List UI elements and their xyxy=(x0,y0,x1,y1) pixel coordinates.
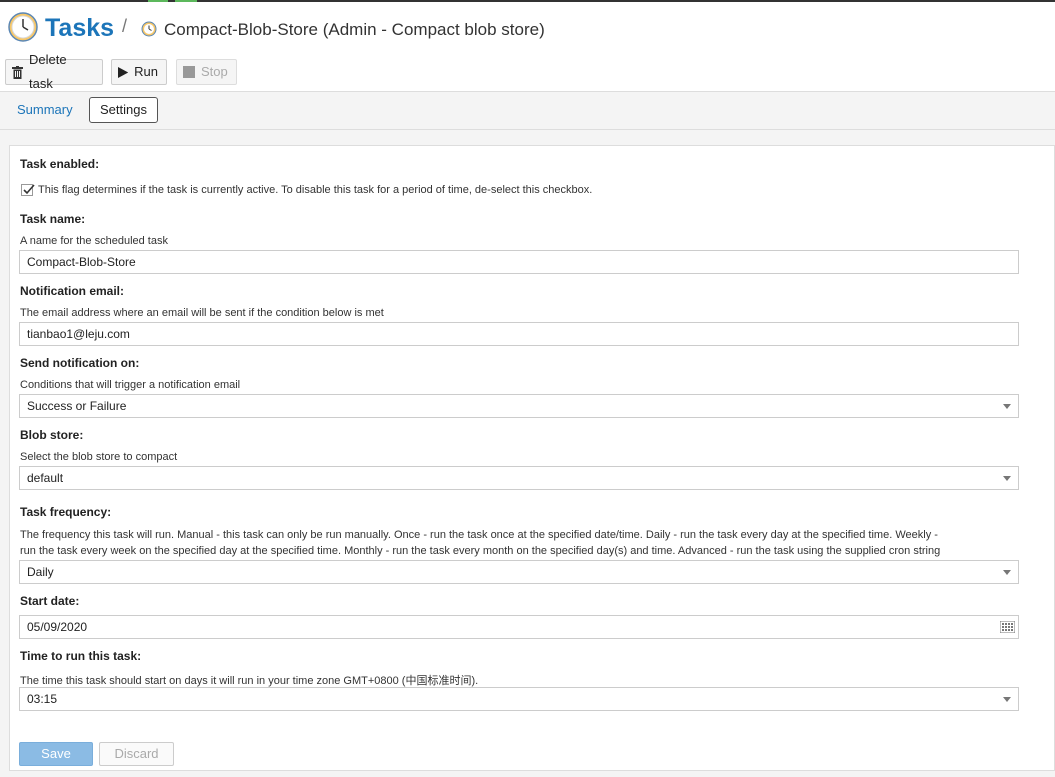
send-notification-label: Send notification on: xyxy=(20,356,140,370)
checkmark-icon xyxy=(23,184,35,195)
time-to-run-value: 03:15 xyxy=(27,692,58,706)
stop-label: Stop xyxy=(201,64,228,79)
task-enabled-help: This flag determines if the task is curr… xyxy=(38,184,593,196)
tab-settings[interactable]: Settings xyxy=(89,97,158,123)
play-icon xyxy=(118,66,129,78)
task-frequency-help-line1: The frequency this task will run. Manual… xyxy=(20,529,938,541)
send-notification-help: Conditions that will trigger a notificat… xyxy=(20,379,241,391)
stop-icon xyxy=(183,66,195,78)
toolbar: Delete task Run Stop xyxy=(0,52,1055,91)
settings-form: Task enabled: This flag determines if th… xyxy=(9,145,1055,771)
tab-bar: Summary Settings xyxy=(0,91,1055,130)
stop-button[interactable]: Stop xyxy=(176,59,237,85)
task-name-help: A name for the scheduled task xyxy=(20,235,168,247)
start-date-value: 05/09/2020 xyxy=(27,620,88,634)
start-date-input[interactable]: 05/09/2020 xyxy=(19,615,1019,639)
blob-store-select[interactable]: default xyxy=(19,466,1019,490)
notification-email-input[interactable]: tianbao1@leju.com xyxy=(19,322,1019,346)
send-notification-value: Success or Failure xyxy=(27,399,127,413)
time-to-run-label: Time to run this task: xyxy=(20,649,142,663)
task-enabled-label: Task enabled: xyxy=(20,157,100,171)
calendar-icon[interactable] xyxy=(1000,621,1015,633)
delete-task-label: Delete task xyxy=(29,52,67,91)
task-name-input[interactable]: Compact-Blob-Store xyxy=(19,250,1019,274)
chevron-down-icon xyxy=(1003,404,1011,409)
notification-email-help: The email address where an email will be… xyxy=(20,307,384,319)
task-enabled-checkbox[interactable] xyxy=(21,184,35,196)
breadcrumb-separator: / xyxy=(122,16,128,36)
chevron-down-icon xyxy=(1003,697,1011,702)
chevron-down-icon xyxy=(1003,570,1011,575)
start-date-label: Start date: xyxy=(20,594,80,608)
task-frequency-select[interactable]: Daily xyxy=(19,560,1019,584)
task-breadcrumb-title: Compact-Blob-Store (Admin - Compact blob… xyxy=(164,20,545,39)
chevron-down-icon xyxy=(1003,476,1011,481)
tab-summary[interactable]: Summary xyxy=(17,102,73,117)
send-notification-select[interactable]: Success or Failure xyxy=(19,394,1019,418)
task-frequency-value: Daily xyxy=(27,565,54,579)
notification-email-label: Notification email: xyxy=(20,284,125,298)
save-button[interactable]: Save xyxy=(19,742,93,766)
blob-store-help: Select the blob store to compact xyxy=(20,451,178,463)
task-clock-icon xyxy=(141,21,157,37)
blob-store-value: default xyxy=(27,471,64,485)
run-button[interactable]: Run xyxy=(111,59,167,85)
time-to-run-help: The time this task should start on days … xyxy=(20,675,479,687)
task-frequency-help-line2: run the task every week on the specified… xyxy=(20,545,941,557)
blob-store-label: Blob store: xyxy=(20,428,84,442)
trash-icon xyxy=(12,65,23,79)
task-frequency-label: Task frequency: xyxy=(20,505,112,519)
page-header: Tasks / Compact-Blob-Store (Admin - Comp… xyxy=(0,2,1055,55)
page-title[interactable]: Tasks xyxy=(45,13,114,43)
task-name-label: Task name: xyxy=(20,212,86,226)
delete-task-button[interactable]: Delete task xyxy=(5,52,103,91)
run-label: Run xyxy=(134,64,158,79)
clock-icon xyxy=(8,12,38,42)
time-to-run-select[interactable]: 03:15 xyxy=(19,687,1019,711)
discard-button[interactable]: Discard xyxy=(99,742,174,766)
